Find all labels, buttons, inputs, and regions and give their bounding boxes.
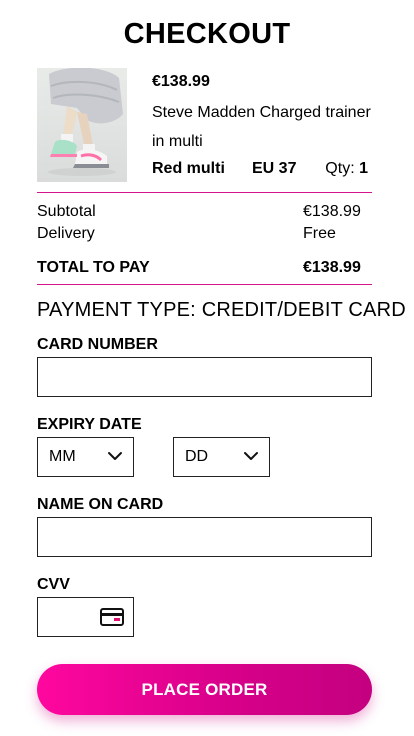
qty-label: Qty: <box>325 160 355 177</box>
product-size: EU 37 <box>252 160 297 177</box>
place-order-button[interactable]: PLACE ORDER <box>37 664 372 715</box>
name-on-card-input[interactable] <box>37 517 372 557</box>
payment-type-heading: PAYMENT TYPE: CREDIT/DEBIT CARD <box>37 299 406 321</box>
subtotal-label: Subtotal <box>37 203 96 220</box>
product-image[interactable] <box>37 68 127 182</box>
card-number-label: CARD NUMBER <box>37 336 158 353</box>
sneaker-product-photo <box>48 68 123 176</box>
product-color: Red multi <box>152 160 225 177</box>
product-qty: Qty: 1 <box>325 160 368 178</box>
expiry-month-select[interactable]: MM <box>37 437 134 477</box>
qty-value: 1 <box>359 160 368 177</box>
product-price: €138.99 <box>152 73 210 90</box>
expiry-date-label: EXPIRY DATE <box>37 416 142 433</box>
total-value: €138.99 <box>303 259 361 276</box>
product-name[interactable]: Steve Madden Charged trainer in multi <box>152 98 382 156</box>
delivery-label: Delivery <box>37 225 95 242</box>
chevron-down-icon <box>244 452 258 460</box>
credit-card-icon <box>100 608 124 626</box>
cvv-input[interactable] <box>37 597 134 637</box>
card-number-input[interactable] <box>37 357 372 397</box>
expiry-day-select[interactable]: DD <box>173 437 270 477</box>
expiry-day-value: DD <box>185 448 209 465</box>
page-title: CHECKOUT <box>123 18 291 50</box>
chevron-down-icon <box>108 452 122 460</box>
total-label: TOTAL TO PAY <box>37 259 150 276</box>
expiry-month-value: MM <box>49 448 76 465</box>
cvv-label: CVV <box>37 576 70 593</box>
delivery-value: Free <box>303 225 336 242</box>
subtotal-value: €138.99 <box>303 203 361 220</box>
divider <box>37 192 372 193</box>
divider <box>37 284 372 285</box>
product-details: Red multi EU 37 Qty: 1 <box>152 160 368 180</box>
name-on-card-label: NAME ON CARD <box>37 496 164 513</box>
